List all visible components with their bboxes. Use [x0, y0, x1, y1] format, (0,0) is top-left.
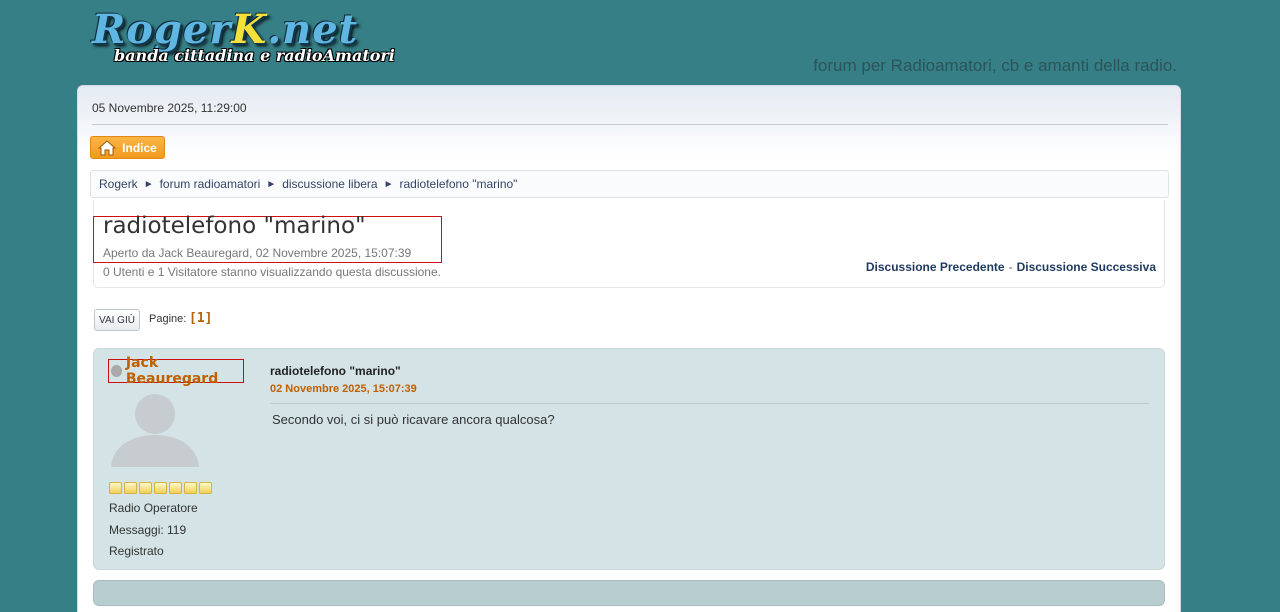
topic-started-by: Aperto da Jack Beauregard, 02 Novembre 2… [103, 246, 412, 260]
post-body: Secondo voi, ci si può ricavare ancora q… [272, 412, 555, 427]
home-button[interactable]: Indice [90, 136, 165, 159]
divider [92, 124, 1168, 125]
star-icon [139, 482, 152, 494]
breadcrumb-separator-icon: ► [383, 178, 394, 190]
breadcrumb-item-forum[interactable]: forum radioamatori [160, 177, 261, 191]
previous-topic-link[interactable]: Discussione Precedente [866, 260, 1005, 274]
breadcrumb-item-rogerk[interactable]: Rogerk [99, 177, 138, 191]
post-date: 02 Novembre 2025, 15:07:39 [270, 383, 417, 395]
post-divider [270, 403, 1149, 404]
topic-prev-next: Discussione Precedente - Discussione Succe… [866, 260, 1156, 274]
breadcrumb-item-topic[interactable]: radiotelefono "marino" [400, 177, 518, 191]
breadcrumb: Rogerk ► forum radioamatori ► discussion… [90, 170, 1169, 198]
topic-viewers: 0 Utenti e 1 Visitatore stanno visualizz… [103, 265, 441, 279]
star-icon [154, 482, 167, 494]
poster-rank: Radio Operatore [109, 501, 198, 515]
post-subject[interactable]: radiotelefono "marino" [270, 364, 401, 378]
offline-dot-icon [111, 365, 122, 377]
breadcrumb-item-board[interactable]: discussione libera [282, 177, 377, 191]
topic-header: radiotelefono "marino" Aperto da Jack Be… [93, 200, 1165, 288]
poster-name[interactable]: Jack Beauregard [108, 355, 244, 387]
poster-name-label: Jack Beauregard [125, 355, 219, 387]
go-down-button[interactable]: VAI GIÙ [94, 309, 140, 331]
rank-stars [109, 482, 212, 494]
logo-subtitle: banda cittadina e radioAmatori [114, 46, 395, 65]
site-slogan: forum per Radioamatori, cb e amanti dell… [813, 56, 1177, 75]
star-icon [124, 482, 137, 494]
site-logo[interactable]: RogerK.net banda cittadina e radioAmator… [92, 8, 412, 68]
current-page: [1] [189, 311, 213, 326]
home-icon [98, 139, 117, 155]
star-icon [199, 482, 212, 494]
topic-title: radiotelefono "marino" [103, 213, 366, 239]
current-datetime: 05 Novembre 2025, 11:29:00 [92, 101, 247, 115]
main-content: 05 Novembre 2025, 11:29:00 Indice Rogerk… [77, 85, 1181, 612]
next-section-bar [93, 580, 1165, 606]
star-icon [109, 482, 122, 494]
avatar [111, 394, 199, 467]
pages-label: Pagine: [149, 313, 187, 325]
poster-messages: Messaggi: 119 [109, 523, 187, 537]
star-icon [169, 482, 182, 494]
post: Jack Beauregard Radio Operatore Messaggi… [93, 348, 1165, 570]
next-topic-link[interactable]: Discussione Successiva [1017, 260, 1156, 274]
breadcrumb-separator-icon: ► [266, 178, 277, 190]
poster-registered: Registrato [109, 544, 164, 558]
prev-next-separator: - [1008, 260, 1013, 274]
breadcrumb-separator-icon: ► [143, 178, 154, 190]
home-button-label: Indice [122, 140, 157, 155]
star-icon [184, 482, 197, 494]
